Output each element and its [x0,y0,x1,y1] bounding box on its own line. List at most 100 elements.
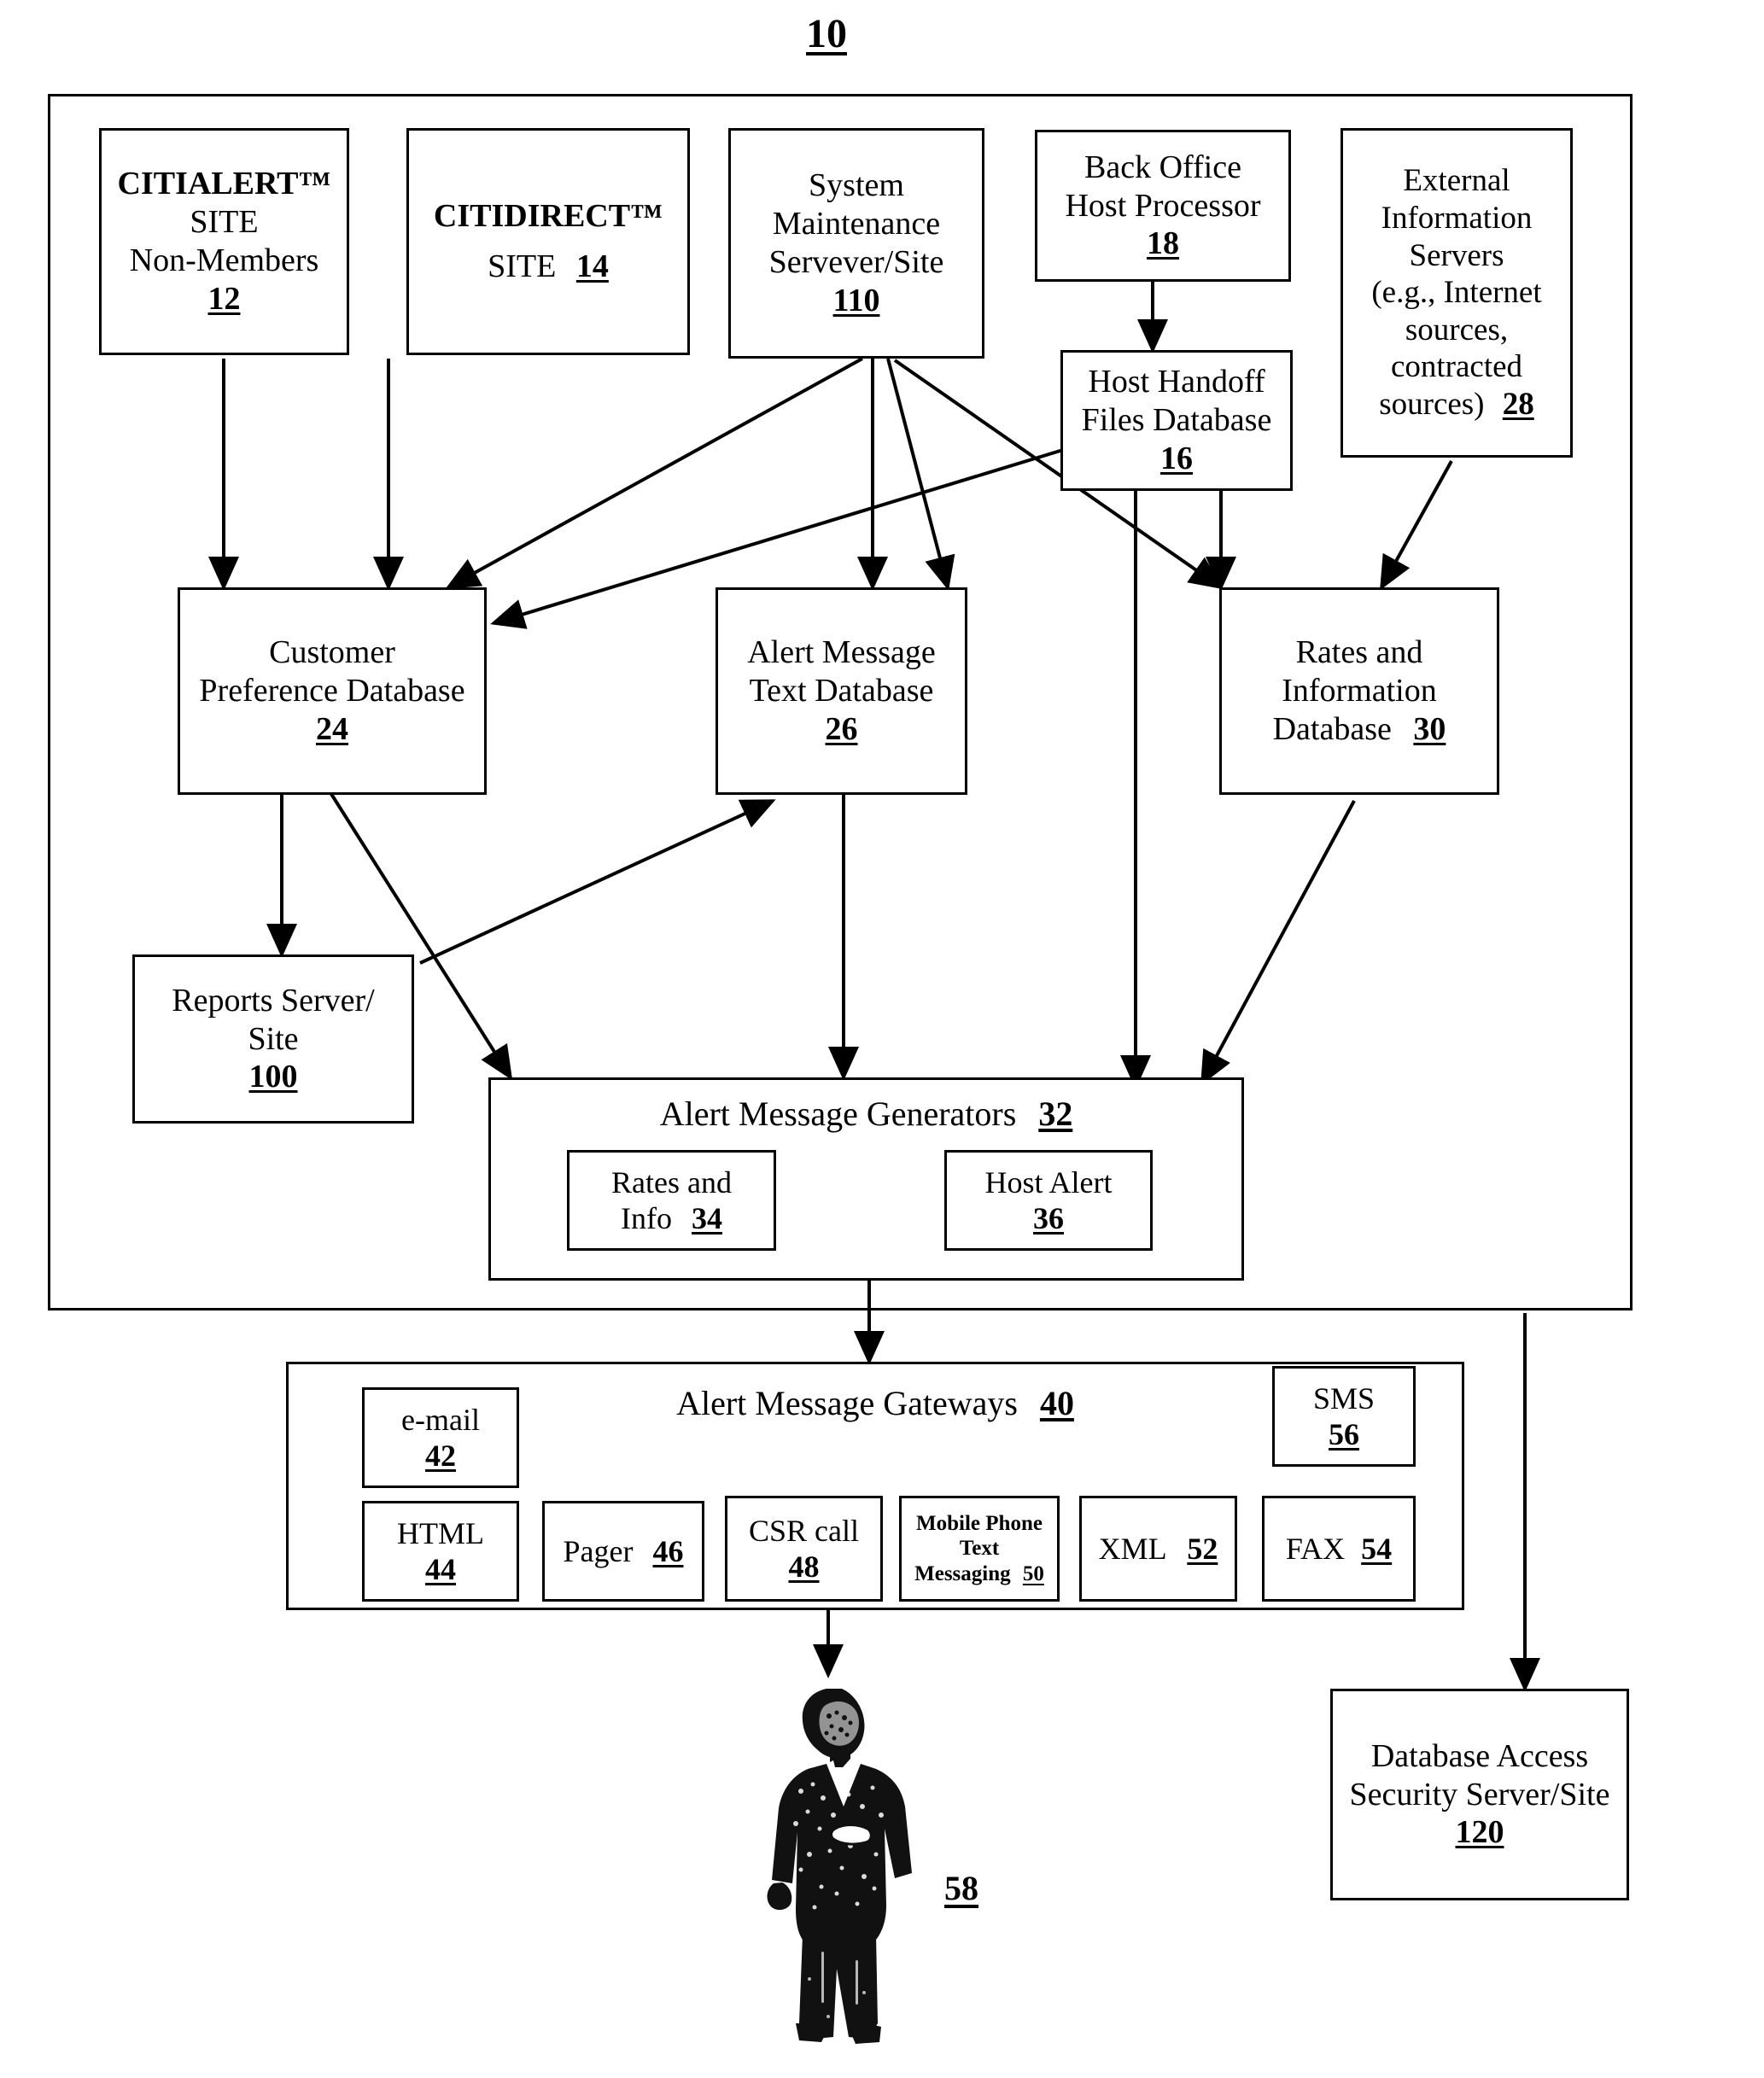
gateway-html[interactable]: HTML 44 [362,1501,519,1602]
rates-info-gen-line2: Info [621,1201,672,1235]
gateway-xml-line: XML 52 [1099,1531,1218,1567]
node-alert-message-text-database[interactable]: Alert Message Text Database 26 [716,587,967,795]
host-handoff-ref: 16 [1160,440,1193,476]
figure-number: 10 [806,11,847,56]
alert-text-line2: Text Database [749,673,934,709]
rates-info-gen-ref: 34 [691,1201,722,1235]
node-reports-server-site[interactable]: Reports Server/ Site 100 [132,954,414,1124]
customer-pref-line1: Customer [269,634,395,671]
node-host-handoff-files-database[interactable]: Host Handoff Files Database 16 [1060,350,1293,491]
gateway-sms[interactable]: SMS 56 [1272,1366,1416,1467]
alert-generators-title: Alert Message Generators [659,1094,1017,1133]
system-maintenance-ref: 110 [832,282,880,318]
citialert-line3: Non-Members [129,242,319,278]
alert-generators-title-row: Alert Message Generators 32 [660,1094,1073,1134]
rates-info-db-line3: Database [1272,710,1392,747]
gateway-sms-ref: 56 [1329,1417,1359,1451]
gateway-fax-label: FAX [1285,1531,1346,1566]
gateway-html-label: HTML [397,1515,484,1550]
alert-text-ref: 26 [825,710,858,747]
citialert-line2: SITE [190,204,259,241]
citidirect-line2-wrap: SITE 14 [488,248,609,286]
rates-info-db-line3-wrap: Database 30 [1273,710,1446,749]
node-citialert-site[interactable]: CITIALERT™ SITE Non-Members 12 [99,128,349,355]
citidirect-line2: SITE [488,248,557,284]
node-host-alert-generator[interactable]: Host Alert 36 [944,1150,1153,1251]
alert-gateways-ref: 40 [1039,1384,1074,1422]
alert-gateways-title: Alert Message Gateways [676,1384,1018,1422]
host-alert-gen-line1: Host Alert [984,1164,1113,1200]
customer-person-ref: 58 [944,1869,978,1907]
system-maintenance-line1: System [809,167,904,204]
external-info-line6: contracted [1390,349,1523,385]
gateway-mobile-line3: Messaging [914,1561,1011,1585]
gateway-csr-call[interactable]: CSR call 48 [725,1496,883,1602]
gateway-xml-label: XML [1098,1531,1166,1566]
db-security-line1: Database Access [1370,1737,1589,1774]
gateway-sms-label: SMS [1312,1380,1376,1415]
gateway-xml[interactable]: XML 52 [1079,1496,1237,1602]
gateway-mobile-phone-text-messaging[interactable]: Mobile Phone Text Messaging 50 [899,1496,1060,1602]
external-info-line3: Servers [1409,237,1504,273]
gateway-mobile-line2: Text [959,1537,1000,1561]
back-office-line2: Host Processor [1065,187,1261,224]
external-info-line4: (e.g., Internet [1371,275,1542,311]
reports-server-line2: Site [248,1020,299,1057]
gateway-fax-ref: 54 [1361,1531,1393,1566]
external-info-line7-wrap: sources) 28 [1379,386,1534,423]
rates-info-db-line2: Information [1282,673,1437,709]
citialert-line1: CITIALERT™ [117,166,331,202]
external-info-ref: 28 [1502,387,1534,423]
citidirect-ref: 14 [575,248,609,284]
rates-info-gen-line2-wrap: Info 34 [621,1200,722,1236]
node-rates-and-info-generator[interactable]: Rates and Info 34 [567,1150,776,1251]
rates-info-gen-line1: Rates and [611,1164,732,1200]
rates-info-db-ref: 30 [1413,710,1446,747]
alert-text-line1: Alert Message [747,634,936,671]
node-external-information-servers[interactable]: External Information Servers (e.g., Inte… [1341,128,1573,458]
external-info-line5: sources, [1405,312,1509,347]
gateway-email-label: e-mail [401,1402,480,1437]
reports-server-line1: Reports Server/ [172,982,375,1019]
node-database-access-security-server[interactable]: Database Access Security Server/Site 120 [1330,1689,1629,1900]
node-customer-preference-database[interactable]: Customer Preference Database 24 [178,587,487,795]
citialert-ref: 12 [207,280,241,317]
node-rates-information-database[interactable]: Rates and Information Database 30 [1219,587,1499,795]
customer-pref-line2: Preference Database [199,673,465,709]
gateway-html-ref: 44 [425,1552,456,1586]
patent-figure-page: 10 CITIALERT™ SITE Non-Members 12 CITIDI… [0,0,1764,2078]
system-maintenance-line2: Maintenance [772,206,941,242]
gateway-csr-label: CSR call [748,1513,859,1548]
system-maintenance-line3: Servever/Site [768,244,944,280]
gateway-pager[interactable]: Pager 46 [542,1501,704,1602]
citidirect-line1: CITIDIRECT™ [433,198,663,235]
node-system-maintenance-server[interactable]: System Maintenance Servever/Site 110 [728,128,984,359]
gateway-mobile-line3-wrap: Messaging 50 [914,1561,1044,1587]
back-office-line1: Back Office [1084,149,1241,185]
external-info-line1: External [1403,163,1510,199]
alert-generators-ref: 32 [1038,1094,1073,1133]
host-handoff-line2: Files Database [1081,402,1272,439]
back-office-ref: 18 [1147,225,1179,262]
gateway-csr-ref: 48 [788,1550,820,1584]
gateway-mobile-line1: Mobile Phone [916,1511,1043,1535]
gateway-fax[interactable]: FAX 54 [1262,1496,1416,1602]
customer-pref-ref: 24 [316,710,348,747]
gateway-pager-label: Pager [563,1533,634,1568]
reports-server-ref: 100 [248,1059,298,1095]
alert-gateways-title-row: Alert Message Gateways 40 [676,1383,1074,1423]
node-citidirect-site[interactable]: CITIDIRECT™ SITE 14 [406,128,690,355]
host-handoff-line1: Host Handoff [1088,364,1265,400]
external-info-line7: sources) [1379,387,1485,423]
rates-info-db-line1: Rates and [1295,634,1423,671]
node-back-office-host-processor[interactable]: Back Office Host Processor 18 [1035,130,1291,282]
gateway-fax-line: FAX 54 [1286,1531,1392,1567]
gateway-email-ref: 42 [425,1439,456,1473]
db-security-ref: 120 [1455,1814,1504,1851]
gateway-pager-ref: 46 [652,1533,684,1568]
gateway-xml-ref: 52 [1187,1531,1218,1566]
external-info-line2: Information [1381,200,1533,236]
gateway-email[interactable]: e-mail 42 [362,1387,519,1488]
gateway-mobile-ref: 50 [1022,1561,1044,1585]
gateway-pager-line: Pager 46 [564,1533,684,1569]
